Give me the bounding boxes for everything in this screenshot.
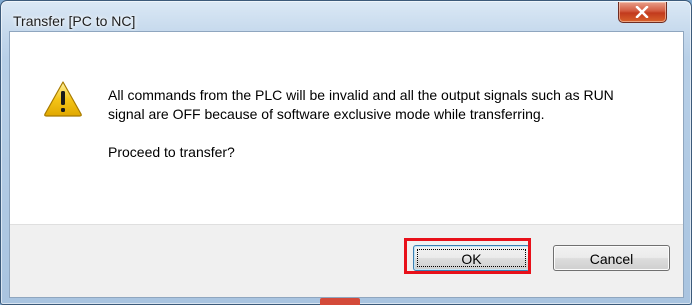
cancel-button[interactable]: Cancel — [553, 245, 670, 271]
warning-icon — [44, 81, 82, 117]
close-button[interactable] — [618, 2, 667, 23]
taskbar-fragment — [320, 298, 360, 305]
dialog-body: All commands from the PLC will be invali… — [9, 31, 684, 298]
ok-button[interactable]: OK — [413, 245, 530, 271]
dialog-message: All commands from the PLC will be invali… — [108, 87, 614, 122]
button-bar: OK Cancel — [10, 224, 683, 297]
cancel-button-label: Cancel — [589, 251, 634, 267]
dialog-question: Proceed to transfer? — [108, 144, 235, 160]
close-icon — [635, 6, 649, 18]
dialog-window: Transfer [PC to NC] All commands from th… — [0, 0, 692, 305]
message-text-block: All commands from the PLC will be invali… — [108, 86, 648, 162]
ok-button-label: OK — [461, 251, 482, 267]
window-title: Transfer [PC to NC] — [13, 13, 136, 29]
